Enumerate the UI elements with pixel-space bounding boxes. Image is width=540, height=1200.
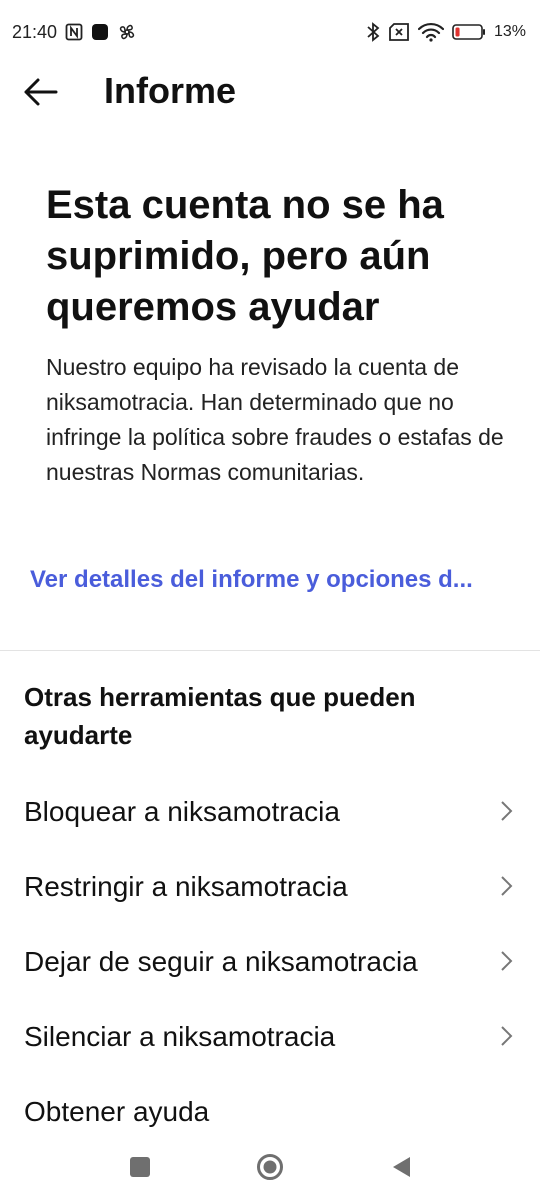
chevron-right-icon	[501, 1026, 513, 1046]
battery-percent: 13%	[493, 23, 526, 40]
mute-user-item[interactable]: Silenciar a niksamotracia	[0, 999, 540, 1074]
arrow-left-icon[interactable]	[22, 76, 58, 108]
tool-item-label: Silenciar a niksamotracia	[24, 1020, 336, 1052]
chevron-right-icon	[501, 876, 513, 896]
wifi-icon	[417, 22, 444, 42]
unfollow-user-item[interactable]: Dejar de seguir a niksamotracia	[0, 924, 540, 999]
chevron-right-icon	[501, 951, 513, 971]
status-time: 21:40	[12, 21, 58, 42]
fan-icon	[117, 22, 137, 42]
nfc-icon	[65, 23, 83, 41]
block-user-item[interactable]: Bloquear a niksamotracia	[0, 774, 540, 849]
system-nav-bar	[0, 1140, 540, 1200]
page-title: Informe	[104, 70, 237, 111]
sim-off-icon	[388, 23, 410, 41]
app-square-icon	[91, 23, 109, 41]
app-bar: Informe	[0, 62, 540, 122]
tools-section-title: Otras herramientas que pueden ayudarte	[24, 682, 416, 750]
recents-button[interactable]	[130, 1157, 150, 1177]
tool-item-label: Obtener ayuda	[24, 1095, 210, 1127]
home-button[interactable]	[256, 1153, 284, 1181]
view-report-details-link[interactable]: Ver detalles del informe y opciones d...	[30, 566, 512, 594]
status-bar: 21:40 13%	[0, 0, 540, 64]
back-triangle-icon[interactable]	[390, 1155, 412, 1179]
status-right: 13%	[366, 22, 526, 42]
chevron-right-icon	[501, 801, 513, 821]
tools-list: Bloquear a niksamotracia Restringir a ni…	[0, 774, 540, 1149]
get-help-item[interactable]: Obtener ayuda	[0, 1074, 540, 1149]
tool-item-label: Bloquear a niksamotracia	[24, 795, 340, 827]
battery-icon	[452, 23, 486, 41]
divider	[0, 650, 540, 651]
bluetooth-icon	[366, 22, 380, 42]
restrict-user-item[interactable]: Restringir a niksamotracia	[0, 849, 540, 924]
tool-item-label: Dejar de seguir a niksamotracia	[24, 945, 418, 977]
result-headline: Esta cuenta no se ha suprimido, pero aún…	[46, 183, 444, 329]
tool-item-label: Restringir a niksamotracia	[24, 870, 348, 902]
status-left: 21:40	[12, 22, 137, 43]
result-body: Nuestro equipo ha revisado la cuenta de …	[46, 354, 504, 485]
